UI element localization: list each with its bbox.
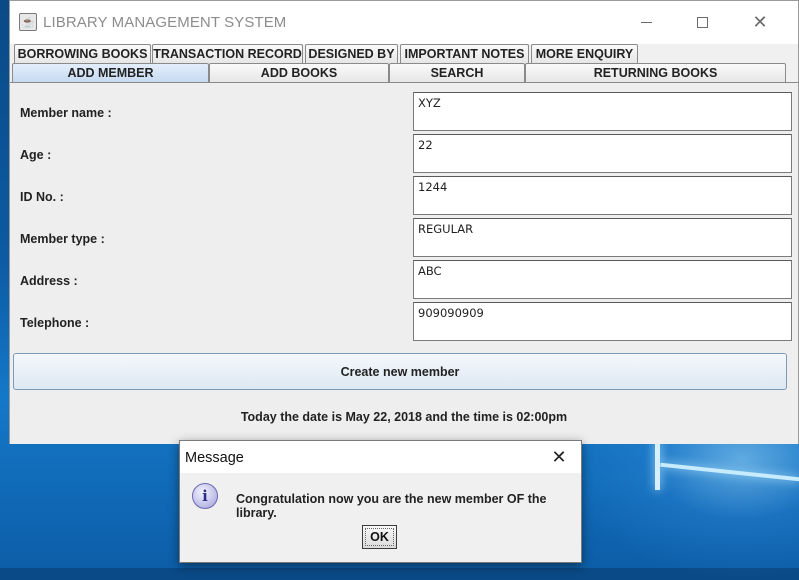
tab-returning-books[interactable]: RETURNING BOOKS bbox=[525, 63, 786, 82]
telephone-label: Telephone : bbox=[20, 316, 90, 330]
window-title: LIBRARY MANAGEMENT SYSTEM bbox=[43, 14, 287, 31]
member-name-label: Member name : bbox=[20, 106, 112, 120]
dialog-message: Congratulation now you are the new membe… bbox=[236, 492, 547, 520]
member-name-field[interactable]: XYZ bbox=[413, 92, 792, 131]
maximize-icon bbox=[696, 16, 708, 28]
tab-add-member[interactable]: ADD MEMBER bbox=[12, 63, 209, 82]
minimize-icon bbox=[640, 21, 652, 23]
telephone-field[interactable]: 909090909 bbox=[413, 302, 792, 341]
date-time-status: Today the date is May 22, 2018 and the t… bbox=[240, 410, 568, 424]
tab-add-books[interactable]: ADD BOOKS bbox=[209, 63, 389, 82]
tab-transaction-record[interactable]: TRANSACTION RECORD bbox=[152, 44, 303, 63]
age-label: Age : bbox=[20, 148, 52, 162]
main-window: ☕ LIBRARY MANAGEMENT SYSTEM ✕ BORROWING … bbox=[9, 0, 799, 444]
dialog-titlebar[interactable]: Message ✕ bbox=[180, 441, 581, 473]
window-titlebar[interactable]: ☕ LIBRARY MANAGEMENT SYSTEM ✕ bbox=[10, 1, 798, 44]
tab-designed-by[interactable]: DESIGNED BY bbox=[305, 44, 398, 63]
address-label: Address : bbox=[20, 274, 78, 288]
minimize-button[interactable] bbox=[626, 7, 666, 37]
message-dialog: Message ✕ i Congratulation now you are t… bbox=[179, 440, 582, 563]
close-icon: ✕ bbox=[551, 446, 567, 468]
add-member-panel: Member name : XYZ Age : 22 ID No. : 1244… bbox=[10, 82, 798, 444]
tab-borrowing-books[interactable]: BORROWING BOOKS bbox=[14, 44, 151, 63]
member-type-field[interactable]: REGULAR bbox=[413, 218, 792, 257]
info-icon: i bbox=[192, 483, 218, 509]
close-icon: ✕ bbox=[752, 11, 768, 33]
create-new-member-button[interactable]: Create new member bbox=[13, 353, 787, 390]
tab-important-notes[interactable]: IMPORTANT NOTES bbox=[400, 44, 529, 63]
member-type-label: Member type : bbox=[20, 232, 105, 246]
id-no-label: ID No. : bbox=[20, 190, 64, 204]
java-coffee-icon[interactable]: ☕ bbox=[19, 13, 37, 31]
dialog-title: Message bbox=[185, 450, 244, 466]
dialog-close-button[interactable]: ✕ bbox=[547, 445, 571, 469]
tab-search[interactable]: SEARCH bbox=[389, 63, 525, 82]
close-button[interactable]: ✕ bbox=[740, 7, 780, 37]
id-no-field[interactable]: 1244 bbox=[413, 176, 792, 215]
address-field[interactable]: ABC bbox=[413, 260, 792, 299]
maximize-button[interactable] bbox=[682, 7, 722, 37]
ok-button[interactable]: OK bbox=[362, 525, 397, 549]
age-field[interactable]: 22 bbox=[413, 134, 792, 173]
tab-more-enquiry[interactable]: MORE ENQUIRY bbox=[531, 44, 638, 63]
